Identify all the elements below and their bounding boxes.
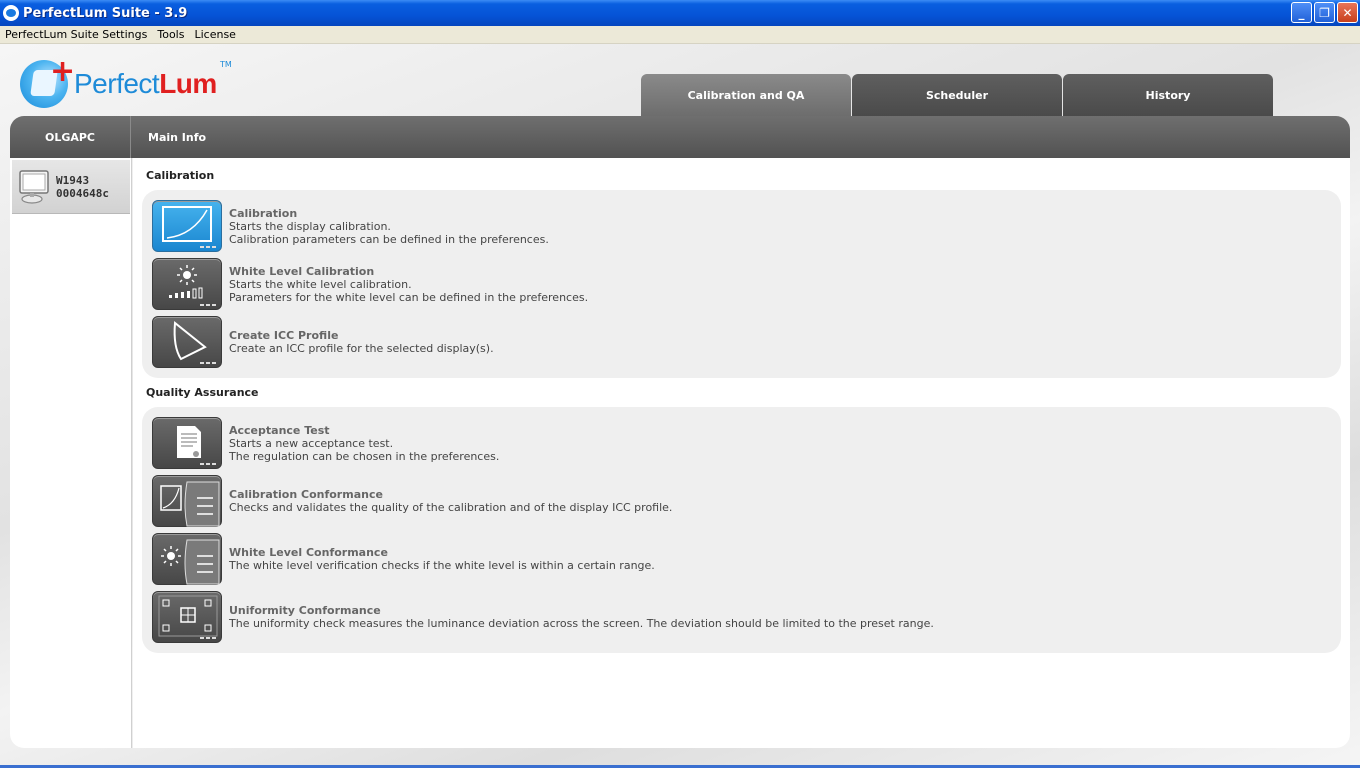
app-icon (3, 5, 19, 21)
acceptance-test-entry[interactable]: Acceptance Test Starts a new acceptance … (152, 417, 1252, 471)
entry-desc: Starts the white level calibration. (229, 278, 412, 291)
window-controls: _ ❐ ✕ (1291, 2, 1358, 23)
entry-desc: Calibration parameters can be defined in… (229, 233, 549, 246)
qa-group-title: Quality Assurance (146, 386, 259, 399)
white-level-calibration-entry[interactable]: White Level Calibration Starts the white… (152, 258, 1252, 312)
title-bar: PerfectLum Suite - 3.9 _ ❐ ✕ (0, 0, 1360, 26)
entry-name: Create ICC Profile (229, 329, 339, 342)
display-serial: 0004648c (56, 186, 109, 200)
gamut-icon (152, 316, 222, 368)
uniformity-conformance-entry[interactable]: Uniformity Conformance The uniformity ch… (152, 591, 1252, 645)
monitor-icon (18, 169, 52, 205)
entry-desc: Parameters for the white level can be de… (229, 291, 589, 304)
entry-desc: The uniformity check measures the lumina… (229, 617, 934, 630)
calibration-group: Calibration Starts the display calibrati… (142, 190, 1341, 378)
display-labels: W1943 0004648c (56, 174, 109, 200)
entry-desc: Starts the display calibration. (229, 220, 391, 233)
entry-name: White Level Calibration (229, 265, 375, 278)
qa-group: Acceptance Test Starts a new acceptance … (142, 407, 1341, 653)
menu-perfectlum-settings[interactable]: PerfectLum Suite Settings (0, 28, 152, 41)
curve-report-icon (152, 475, 222, 527)
white-level-conformance-entry[interactable]: White Level Conformance The white level … (152, 533, 1252, 587)
logo-trademark: TM (220, 60, 232, 69)
display-model: W1943 (56, 173, 90, 187)
calibration-entry[interactable]: Calibration Starts the display calibrati… (152, 200, 1252, 254)
entry-desc: Checks and validates the quality of the … (229, 501, 673, 514)
tab-scheduler[interactable]: Scheduler (852, 74, 1062, 116)
window-title: PerfectLum Suite - 3.9 (23, 5, 188, 21)
header-bar: OLGAPC Main Info (10, 116, 1350, 158)
logo-text: PerfectLum (74, 68, 217, 99)
logo-mark-icon: + (20, 54, 75, 108)
calibration-curve-icon (152, 200, 222, 252)
main-tabs: Calibration and QA Scheduler History (641, 74, 1273, 116)
close-button[interactable]: ✕ (1337, 2, 1358, 23)
sun-report-icon (152, 533, 222, 585)
entry-desc: The white level verification checks if t… (229, 559, 655, 572)
display-list-panel: W1943 0004648c (10, 158, 132, 748)
calibration-group-title: Calibration (146, 169, 215, 182)
host-name: OLGAPC (10, 116, 131, 158)
entry-desc: The regulation can be chosen in the pref… (229, 450, 500, 463)
white-level-icon (152, 258, 222, 310)
entry-desc: Starts a new acceptance test. (229, 437, 394, 450)
menu-bar: PerfectLum Suite Settings Tools License (0, 26, 1360, 44)
menu-tools[interactable]: Tools (152, 28, 189, 41)
display-list-item[interactable]: W1943 0004648c (12, 160, 130, 214)
entry-desc: Create an ICC profile for the selected d… (229, 342, 494, 355)
create-icc-profile-entry[interactable]: Create ICC Profile Create an ICC profile… (152, 316, 1252, 370)
perfectlum-logo: + PerfectLum TM (20, 54, 232, 110)
entry-name: Uniformity Conformance (229, 604, 381, 617)
entry-name: Calibration (229, 207, 298, 220)
entry-name: White Level Conformance (229, 546, 388, 559)
entry-name: Calibration Conformance (229, 488, 383, 501)
document-certificate-icon (152, 417, 222, 469)
tab-calibration-qa[interactable]: Calibration and QA (641, 74, 851, 116)
main-info-panel: Calibration Calibration Starts the displ… (133, 158, 1350, 748)
section-title: Main Info (148, 130, 207, 144)
calibration-conformance-entry[interactable]: Calibration Conformance Checks and valid… (152, 475, 1252, 529)
entry-name: Acceptance Test (229, 424, 330, 437)
minimize-button[interactable]: _ (1291, 2, 1312, 23)
menu-license[interactable]: License (189, 28, 240, 41)
restore-button[interactable]: ❐ (1314, 2, 1335, 23)
uniformity-grid-icon (152, 591, 222, 643)
tab-history[interactable]: History (1063, 74, 1273, 116)
